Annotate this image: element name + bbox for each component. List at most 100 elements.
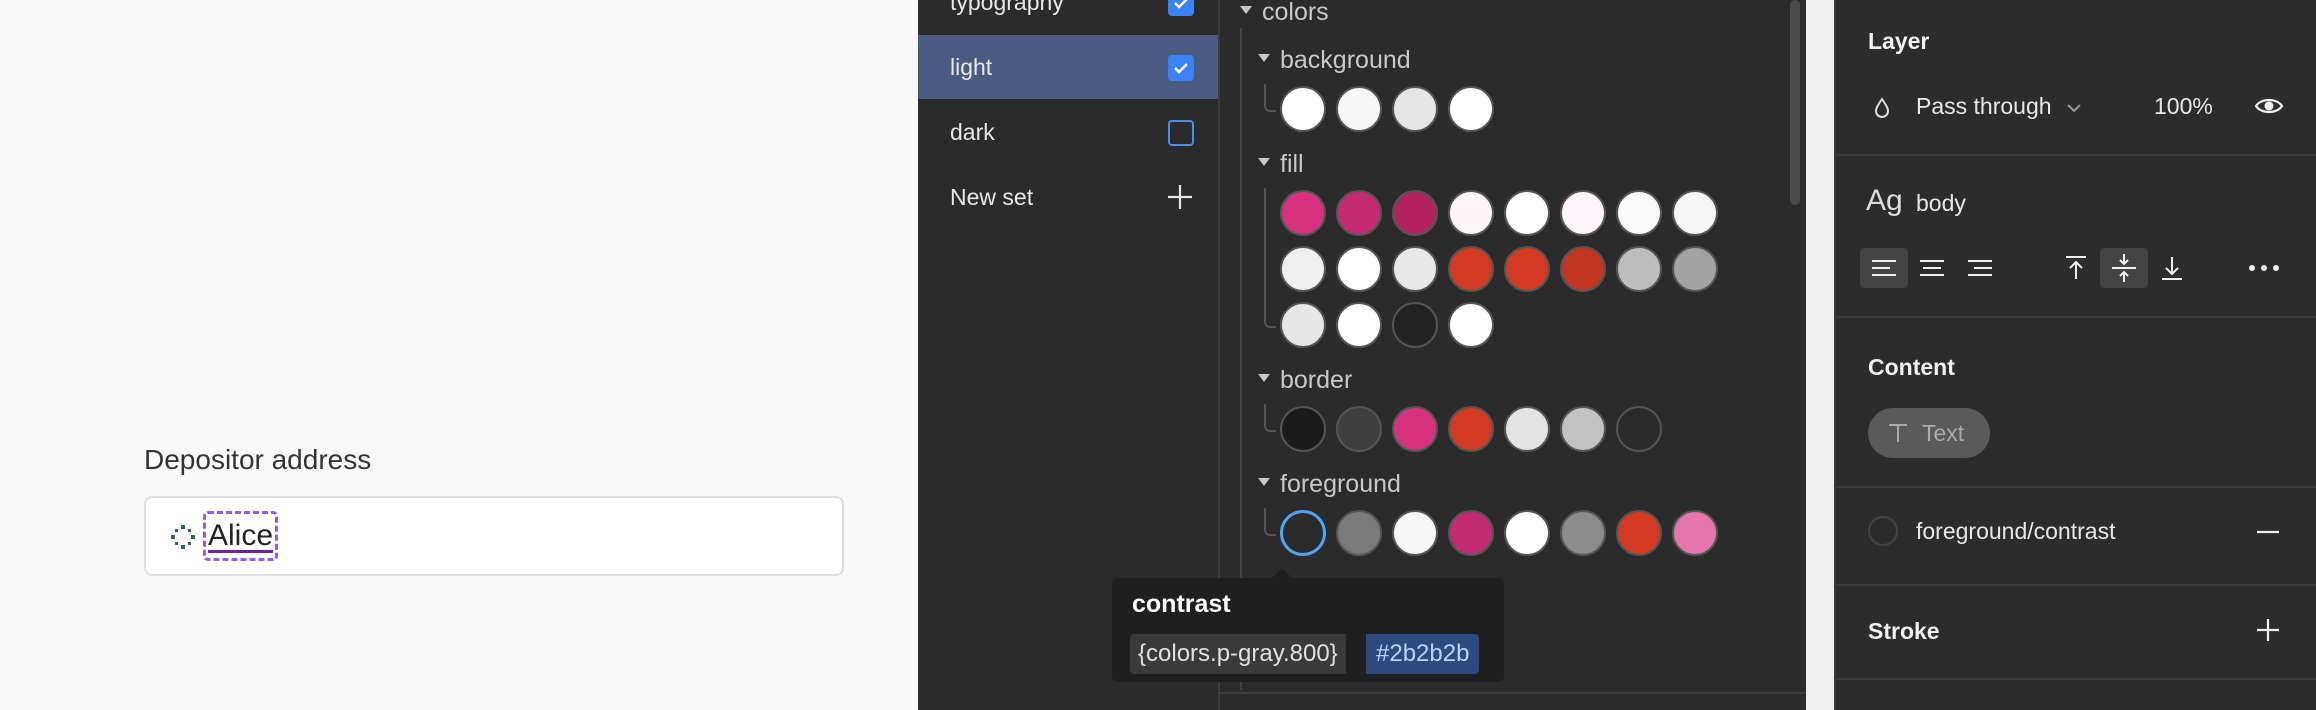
canvas-gap — [1806, 0, 1834, 710]
tree-connector — [1264, 84, 1276, 112]
color-swatch[interactable] — [1336, 510, 1382, 556]
font-glyph: Ag — [1866, 184, 1903, 217]
color-swatch[interactable] — [1560, 406, 1606, 452]
color-swatch[interactable] — [1560, 246, 1606, 292]
tooltip-arrow — [1272, 568, 1292, 578]
token-set-checkbox[interactable] — [1168, 0, 1194, 16]
group-colors[interactable]: colors — [1240, 0, 1329, 27]
blend-mode-value: Pass through — [1916, 93, 2052, 119]
align-center-icon — [1920, 260, 1944, 276]
scrollbar[interactable] — [1790, 0, 1800, 205]
color-swatch[interactable] — [1448, 246, 1494, 292]
fill-token-name[interactable]: foreground/contrast — [1916, 518, 2115, 545]
field-label: Depositor address — [144, 444, 372, 475]
layer-title: Layer — [1868, 28, 1930, 54]
group-foreground[interactable]: foreground — [1258, 470, 1401, 499]
divider — [1834, 678, 2316, 680]
fill-color-swatch[interactable] — [1868, 516, 1898, 546]
color-swatch[interactable] — [1336, 190, 1382, 236]
blend-mode-select[interactable]: Pass through — [1916, 93, 2082, 120]
color-swatch[interactable] — [1672, 246, 1718, 292]
text-style-name[interactable]: body — [1916, 190, 1966, 217]
align-top-button[interactable] — [2052, 248, 2100, 288]
color-swatch[interactable] — [1392, 246, 1438, 292]
align-middle-button[interactable] — [2100, 248, 2148, 288]
divider — [1834, 316, 2316, 318]
color-swatch[interactable] — [1336, 302, 1382, 348]
plus-icon[interactable] — [2254, 616, 2282, 644]
tooltip-title: contrast — [1132, 590, 1231, 618]
tree-connector — [1264, 188, 1276, 328]
color-swatch[interactable] — [1616, 406, 1662, 452]
group-background[interactable]: background — [1258, 46, 1411, 75]
color-swatch[interactable] — [1336, 406, 1382, 452]
color-swatch[interactable] — [1672, 510, 1718, 556]
content-title: Content — [1868, 354, 1955, 380]
group-title: border — [1280, 366, 1353, 394]
color-swatch[interactable] — [1280, 406, 1326, 452]
color-swatch[interactable] — [1504, 406, 1550, 452]
color-swatch[interactable] — [1504, 246, 1550, 292]
color-swatch[interactable] — [1448, 510, 1494, 556]
color-swatch[interactable] — [1392, 510, 1438, 556]
color-swatch[interactable] — [1616, 190, 1662, 236]
color-swatch[interactable] — [1560, 510, 1606, 556]
color-swatch[interactable] — [1504, 190, 1550, 236]
align-bottom-button[interactable] — [2148, 248, 2196, 288]
divider — [1834, 584, 2316, 586]
tooltip-reference: {colors.p-gray.800} — [1130, 634, 1346, 674]
tree-connector — [1264, 404, 1276, 432]
color-swatch[interactable] — [1392, 190, 1438, 236]
token-set-light[interactable]: light — [918, 35, 1218, 99]
group-title: colors — [1262, 0, 1329, 26]
divider — [1834, 154, 2316, 156]
token-set-label: typography — [950, 0, 1064, 15]
color-swatch[interactable] — [1504, 510, 1550, 556]
color-swatch[interactable] — [1448, 86, 1494, 132]
color-swatch[interactable] — [1448, 302, 1494, 348]
new-set-button[interactable]: New set — [918, 165, 1218, 229]
token-set-checkbox[interactable] — [1168, 55, 1194, 81]
token-set-typography[interactable]: typography — [918, 0, 1218, 34]
group-fill[interactable]: fill — [1258, 150, 1304, 179]
color-swatch[interactable] — [1448, 406, 1494, 452]
color-swatch[interactable] — [1336, 86, 1382, 132]
color-swatch[interactable] — [1280, 246, 1326, 292]
tree-connector — [1264, 508, 1276, 536]
color-swatch[interactable] — [1392, 86, 1438, 132]
align-center-button[interactable] — [1908, 248, 1956, 288]
eye-icon[interactable] — [2254, 94, 2284, 118]
align-right-button[interactable] — [1956, 248, 2004, 288]
opacity-input[interactable]: 100% — [2154, 93, 2213, 120]
color-swatch[interactable] — [1448, 190, 1494, 236]
color-swatch[interactable] — [1280, 510, 1326, 556]
field-value[interactable]: Alice — [202, 511, 279, 561]
token-set-label: dark — [950, 119, 995, 145]
stroke-title: Stroke — [1868, 618, 1940, 644]
color-swatch[interactable] — [1392, 406, 1438, 452]
text-icon — [1889, 424, 1907, 442]
token-set-dark[interactable]: dark — [918, 100, 1218, 164]
color-swatch[interactable] — [1280, 86, 1326, 132]
color-swatch[interactable] — [1616, 246, 1662, 292]
token-set-label: light — [950, 54, 993, 80]
color-swatch[interactable] — [1560, 190, 1606, 236]
color-swatch[interactable] — [1616, 510, 1662, 556]
minus-icon[interactable] — [2254, 520, 2282, 544]
color-swatch[interactable] — [1392, 302, 1438, 348]
color-swatch[interactable] — [1280, 302, 1326, 348]
more-horizontal-icon[interactable] — [2246, 258, 2282, 278]
divider — [1220, 692, 1806, 694]
align-right-icon — [1968, 260, 1992, 276]
color-swatch[interactable] — [1280, 190, 1326, 236]
group-border[interactable]: border — [1258, 366, 1352, 395]
depositor-address-field[interactable]: Alice — [144, 496, 844, 576]
check-icon — [1174, 63, 1188, 74]
text-content-pill[interactable]: Text — [1868, 408, 1990, 458]
color-swatch[interactable] — [1336, 246, 1382, 292]
caret-down-icon — [1258, 478, 1270, 487]
align-left-button[interactable] — [1860, 248, 1908, 288]
token-set-checkbox[interactable] — [1168, 120, 1194, 146]
new-set-label: New set — [950, 184, 1034, 210]
color-swatch[interactable] — [1672, 190, 1718, 236]
